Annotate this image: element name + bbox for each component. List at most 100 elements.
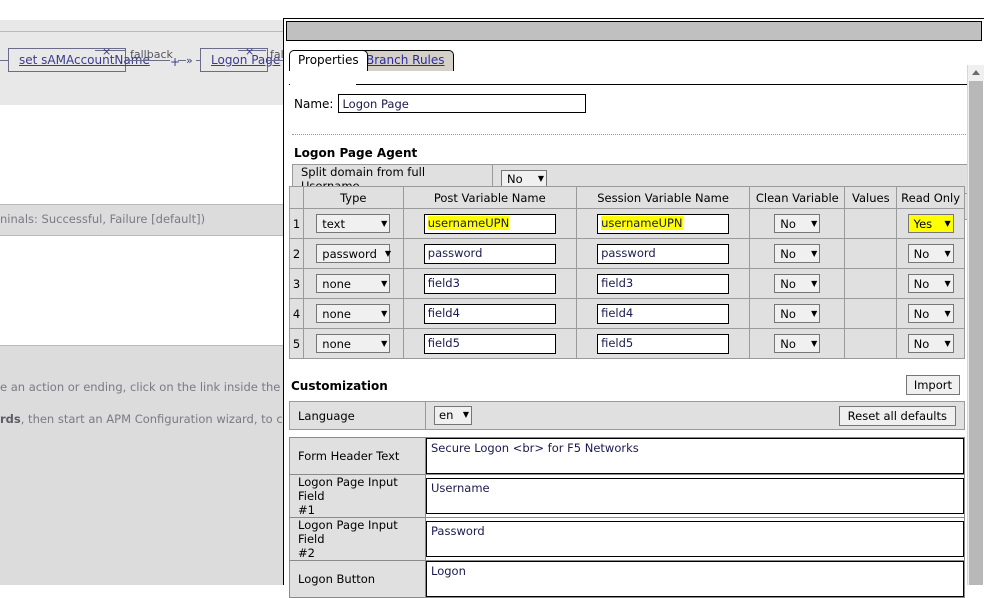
tabstrip: Properties Branch Rules <box>289 50 984 72</box>
row-values-cell <box>844 328 898 359</box>
customization-textarea[interactable]: Username <box>426 478 964 514</box>
select-value: No <box>780 306 796 321</box>
row-clean-cell: No ▼ <box>749 298 846 329</box>
row-session-cell: password <box>575 238 751 269</box>
read-only-select[interactable]: No ▼ <box>907 274 954 293</box>
row-type-cell: none ▼ <box>302 298 404 329</box>
table-row: 1 text ▼ usernameUPN usernameUPN No ▼ Yes ▼ <box>289 208 965 239</box>
session-variable-input[interactable]: field3 <box>597 273 730 294</box>
chevron-down-icon: ▼ <box>811 308 818 318</box>
row-clean-cell: No ▼ <box>749 208 846 239</box>
flow-edge-label-fallback: fallback <box>130 48 173 61</box>
col-post-variable-name: Post Variable Name <box>402 186 577 209</box>
chevron-down-icon: ▼ <box>462 410 469 419</box>
node2-delete-icon[interactable]: × <box>245 46 254 57</box>
clean-variable-select[interactable]: No ▼ <box>774 274 821 293</box>
type-select[interactable]: text ▼ <box>316 214 391 233</box>
read-only-select[interactable]: No ▼ <box>907 304 954 323</box>
clean-variable-select[interactable]: No ▼ <box>774 334 821 353</box>
row-clean-cell: No ▼ <box>749 328 846 359</box>
row-values-cell <box>844 238 898 269</box>
tab-underline <box>289 84 979 85</box>
node1-delete-icon[interactable]: × <box>102 46 111 57</box>
session-variable-input[interactable]: field5 <box>597 333 730 354</box>
select-value: text <box>322 216 345 231</box>
row-post-cell: field3 <box>402 268 577 299</box>
select-value: none <box>322 276 351 291</box>
row-session-cell: field5 <box>575 328 751 359</box>
bg-text-bold: rds <box>0 412 21 426</box>
customization-row-label: Form Header Text <box>289 437 426 475</box>
section-divider <box>292 134 978 135</box>
tab-branch-rules[interactable]: Branch Rules <box>357 50 454 71</box>
select-value: none <box>322 306 351 321</box>
customization-textarea[interactable]: Secure Logon <br> for F5 Networks <box>426 438 964 474</box>
row-index: 3 <box>289 268 304 299</box>
tab-properties[interactable]: Properties <box>289 50 368 71</box>
col-index <box>289 186 304 209</box>
scrollbar-thumb[interactable] <box>969 81 983 585</box>
clean-variable-select[interactable]: No ▼ <box>774 244 821 263</box>
type-select[interactable]: password ▼ <box>316 244 391 263</box>
table-row: 2 password ▼ password password No ▼ No ▼ <box>289 238 965 269</box>
name-label: Name: <box>294 96 334 111</box>
session-variable-input[interactable]: field4 <box>597 303 730 324</box>
row-clean-cell: No ▼ <box>749 268 846 299</box>
table-row: Logon Page Input Field #2 Password <box>289 517 965 561</box>
clean-variable-select[interactable]: No ▼ <box>774 214 821 233</box>
post-variable-input[interactable]: password <box>423 243 556 264</box>
scroll-up-button[interactable] <box>968 65 984 80</box>
language-select[interactable]: en ▼ <box>434 405 472 425</box>
table-row: 3 none ▼ field3 field3 No ▼ No ▼ <box>289 268 965 299</box>
field-table-body: 1 text ▼ usernameUPN usernameUPN No ▼ Yes ▼ 2 pass… <box>289 208 965 359</box>
row-readonly-cell: No ▼ <box>896 268 965 299</box>
tab-active-notch <box>290 84 356 85</box>
chevron-down-icon: ▼ <box>537 174 544 183</box>
type-select[interactable]: none ▼ <box>316 334 391 353</box>
chevron-down-icon: ▼ <box>381 278 388 288</box>
row-session-cell: usernameUPN <box>575 208 751 239</box>
table-row: Form Header Text Secure Logon <br> for F5… <box>289 437 965 475</box>
reset-all-defaults-button[interactable]: Reset all defaults <box>838 405 956 426</box>
select-value: password <box>322 246 377 261</box>
chevron-down-icon: ▼ <box>944 218 951 228</box>
chevron-down-icon: ▼ <box>944 338 951 348</box>
customization-textarea[interactable]: Logon <box>426 561 964 597</box>
read-only-select[interactable]: Yes ▼ <box>907 214 954 233</box>
clean-variable-select[interactable]: No ▼ <box>774 304 821 323</box>
name-input[interactable] <box>338 94 587 113</box>
customization-table-body: Form Header Text Secure Logon <br> for F5… <box>289 437 965 598</box>
session-variable-input[interactable]: password <box>597 243 730 264</box>
tab-label: Properties <box>298 53 359 67</box>
read-only-select[interactable]: No ▼ <box>907 334 954 353</box>
logon-page-agent-title: Logon Page Agent <box>294 146 418 160</box>
row-index: 2 <box>289 238 304 269</box>
select-value: No <box>780 216 796 231</box>
post-variable-input[interactable]: field3 <box>423 273 556 294</box>
col-read-only: Read Only <box>896 186 965 209</box>
row-post-cell: field4 <box>402 298 577 329</box>
session-variable-input[interactable]: usernameUPN <box>597 213 730 234</box>
chevron-down-icon: ▼ <box>811 248 818 258</box>
row-type-cell: text ▼ <box>302 208 404 239</box>
policy-node-logon-page[interactable]: Logon Page <box>200 48 280 72</box>
row-post-cell: password <box>402 238 577 269</box>
select-value: No <box>913 336 930 351</box>
type-select[interactable]: none ▼ <box>316 274 391 293</box>
flow-add-icon[interactable]: + <box>170 56 180 68</box>
table-row: Language en ▼ Reset all defaults <box>289 401 965 430</box>
read-only-select[interactable]: No ▼ <box>907 244 954 263</box>
type-select[interactable]: none ▼ <box>316 304 391 323</box>
customization-textarea[interactable]: Password <box>426 521 964 557</box>
bg-text-terminals: ninals: Successful, Failure [default]) <box>0 212 206 226</box>
chevron-down-icon: ▼ <box>944 248 951 258</box>
row-values-cell <box>844 208 898 239</box>
row-type-cell: none ▼ <box>302 268 404 299</box>
post-variable-input[interactable]: field4 <box>423 303 556 324</box>
vertical-scrollbar[interactable] <box>967 65 984 585</box>
customization-row-label: Logon Button <box>289 560 426 598</box>
post-variable-input[interactable]: usernameUPN <box>423 213 556 234</box>
customization-row-label: Logon Page Input Field #1 <box>289 474 426 518</box>
post-variable-input[interactable]: field5 <box>423 333 556 354</box>
import-button[interactable]: Import <box>905 375 960 395</box>
